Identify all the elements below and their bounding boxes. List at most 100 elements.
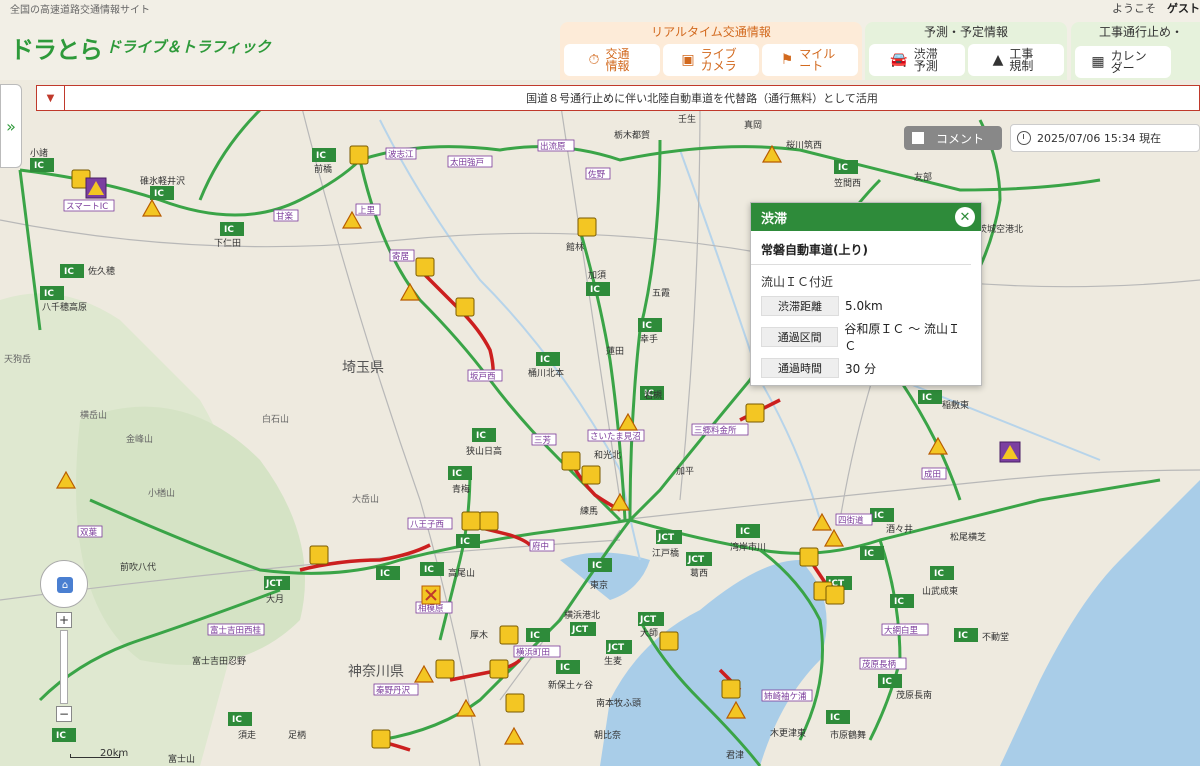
mountain-label: 金峰山 [126, 433, 153, 445]
nav-construction[interactable]: ▲ 工事規制 [968, 44, 1064, 76]
svg-text:波志江: 波志江 [388, 149, 414, 160]
nav-group-title: リアルタイム交通情報 [651, 25, 771, 39]
mountain-label: 白石山 [262, 413, 289, 425]
svg-text:和光北: 和光北 [594, 449, 621, 461]
svg-text:IC: IC [882, 677, 892, 687]
svg-text:IC: IC [894, 597, 904, 607]
svg-text:富士吉田西桂: 富士吉田西桂 [210, 625, 262, 636]
clock-icon [1017, 131, 1031, 145]
svg-text:松尾横芝: 松尾横芝 [950, 531, 986, 543]
datetime-display[interactable]: 2025/07/06 15:34 現在 [1010, 124, 1200, 152]
svg-text:姉崎袖ケ浦: 姉崎袖ケ浦 [764, 691, 807, 702]
zoom-in-button[interactable]: + [56, 612, 72, 628]
svg-text:IC: IC [590, 285, 600, 295]
svg-text:IC: IC [958, 631, 968, 641]
svg-text:IC: IC [452, 469, 462, 479]
nav-group-closure: 工事通行止め・ ▦ カレンダー [1071, 22, 1200, 80]
ticker-text: 国道８号通行止めに伴い北陸自動車道を代替路（通行無料）として活用 [526, 92, 878, 105]
zoom-out-button[interactable]: − [56, 706, 72, 722]
svg-text:横浜町田: 横浜町田 [516, 647, 550, 658]
svg-text:IC: IC [316, 151, 326, 161]
nav-group-realtime: リアルタイム交通情報 ⏱ 交通情報 ▣ ライブカメラ ⚑ マイルート [560, 22, 862, 80]
svg-text:IC: IC [64, 267, 74, 277]
nav-congestion-forecast[interactable]: 🚘 渋滞予測 [869, 44, 965, 76]
clock-icon: ⏱ [588, 52, 600, 68]
news-ticker[interactable]: ▼ 国道８号通行止めに伴い北陸自動車道を代替路（通行無料）として活用 [36, 85, 1200, 111]
svg-text:IC: IC [560, 663, 570, 673]
svg-text:IC: IC [864, 549, 874, 559]
svg-text:JCT: JCT [657, 533, 675, 543]
mountain-label: 横岳山 [80, 409, 107, 421]
svg-text:IC: IC [922, 393, 932, 403]
car-icon: 🚘 [890, 52, 908, 68]
svg-text:蓮田: 蓮田 [606, 345, 624, 357]
svg-text:三郷料金所: 三郷料金所 [694, 425, 737, 436]
svg-text:JCT: JCT [571, 625, 589, 635]
svg-text:IC: IC [224, 225, 234, 235]
svg-text:甘楽: 甘楽 [276, 211, 294, 222]
svg-text:生麦: 生麦 [604, 655, 622, 667]
svg-text:IC: IC [460, 537, 470, 547]
svg-text:茂原長柄: 茂原長柄 [862, 659, 897, 670]
site-logo[interactable]: ドラとら [10, 30, 103, 65]
svg-text:市原鶴舞: 市原鶴舞 [830, 729, 866, 741]
svg-text:練馬: 練馬 [580, 505, 598, 517]
mountain-label: 小楢山 [148, 487, 175, 499]
popup-row: 通過時間 30 分 [751, 356, 981, 380]
svg-text:青梅: 青梅 [452, 483, 470, 495]
popup-title: 渋滞 [761, 211, 788, 227]
camera-icon: ▣ [681, 52, 695, 68]
double-chevron-right-icon: » [6, 116, 16, 136]
svg-text:IC: IC [530, 631, 540, 641]
svg-text:佐野: 佐野 [588, 169, 606, 180]
svg-text:JCT: JCT [265, 579, 283, 589]
welcome-text: ようこそ ゲスト [1112, 2, 1200, 15]
svg-text:双葉: 双葉 [80, 527, 98, 538]
nav-my-route[interactable]: ⚑ マイルート [762, 44, 858, 76]
nav-group-title: 工事通行止め・ [1098, 25, 1183, 39]
zoom-slider[interactable] [60, 630, 68, 704]
nav-traffic-info[interactable]: ⏱ 交通情報 [564, 44, 660, 76]
svg-text:南本牧ふ頭: 南本牧ふ頭 [596, 697, 641, 709]
nav-calendar[interactable]: ▦ カレンダー [1075, 46, 1171, 78]
svg-text:加平: 加平 [676, 466, 694, 477]
scale-label: 20km [100, 748, 129, 759]
guest-link[interactable]: ゲスト [1167, 2, 1200, 15]
svg-text:碓氷軽井沢: 碓氷軽井沢 [140, 175, 185, 187]
svg-text:出流原: 出流原 [540, 141, 566, 152]
svg-text:IC: IC [874, 511, 884, 521]
svg-text:八千穂高原: 八千穂高原 [42, 301, 87, 313]
close-icon[interactable]: ✕ [955, 207, 975, 227]
comment-label: コメント [936, 131, 985, 146]
svg-text:三芳: 三芳 [534, 435, 551, 446]
comment-toggle-button[interactable]: コメント [904, 126, 1002, 150]
svg-text:加須: 加須 [588, 270, 606, 281]
svg-text:不動堂: 不動堂 [982, 631, 1009, 643]
svg-text:桶川北本: 桶川北本 [528, 367, 564, 379]
svg-text:大師: 大師 [640, 627, 658, 639]
congestion-popup: 渋滞 ✕ 常磐自動車道(上り) 流山ＩＣ付近 渋滞距離 5.0km 通過区間 谷和原… [750, 202, 982, 386]
svg-text:JCT: JCT [687, 555, 705, 565]
svg-text:JCT: JCT [639, 615, 657, 625]
svg-text:酒々井: 酒々井 [886, 523, 913, 535]
traffic-map[interactable]: 埼玉県 神奈川県 白石山 金峰山 横岳山 大岳山 小楢山 天狗岳 IC IC I… [0, 80, 1200, 766]
svg-text:葛西: 葛西 [690, 567, 708, 579]
datetime-text: 2025/07/06 15:34 現在 [1037, 132, 1162, 145]
svg-text:IC: IC [34, 161, 44, 171]
svg-text:さいたま見沼: さいたま見沼 [590, 432, 641, 442]
calendar-icon: ▦ [1091, 54, 1105, 70]
nav-group-forecast: 予測・予定情報 🚘 渋滞予測 ▲ 工事規制 [865, 22, 1067, 80]
compass-pan-control[interactable]: ⌂ [40, 560, 88, 608]
sidebar-toggle[interactable]: » [0, 84, 22, 168]
svg-text:山武成東: 山武成東 [922, 585, 958, 597]
svg-text:太田強戸: 太田強戸 [450, 157, 484, 168]
chevron-down-icon[interactable]: ▼ [37, 86, 65, 110]
nav-live-camera[interactable]: ▣ ライブカメラ [663, 44, 759, 76]
svg-text:上里: 上里 [358, 206, 376, 216]
warning-icon: ▲ [992, 52, 1004, 68]
popup-row-key: 通過区間 [761, 327, 839, 347]
nav-group-title: 予測・予定情報 [923, 25, 1008, 39]
svg-text:府中: 府中 [532, 541, 549, 552]
home-icon[interactable]: ⌂ [57, 577, 73, 593]
svg-text:大網白里: 大網白里 [884, 625, 919, 636]
